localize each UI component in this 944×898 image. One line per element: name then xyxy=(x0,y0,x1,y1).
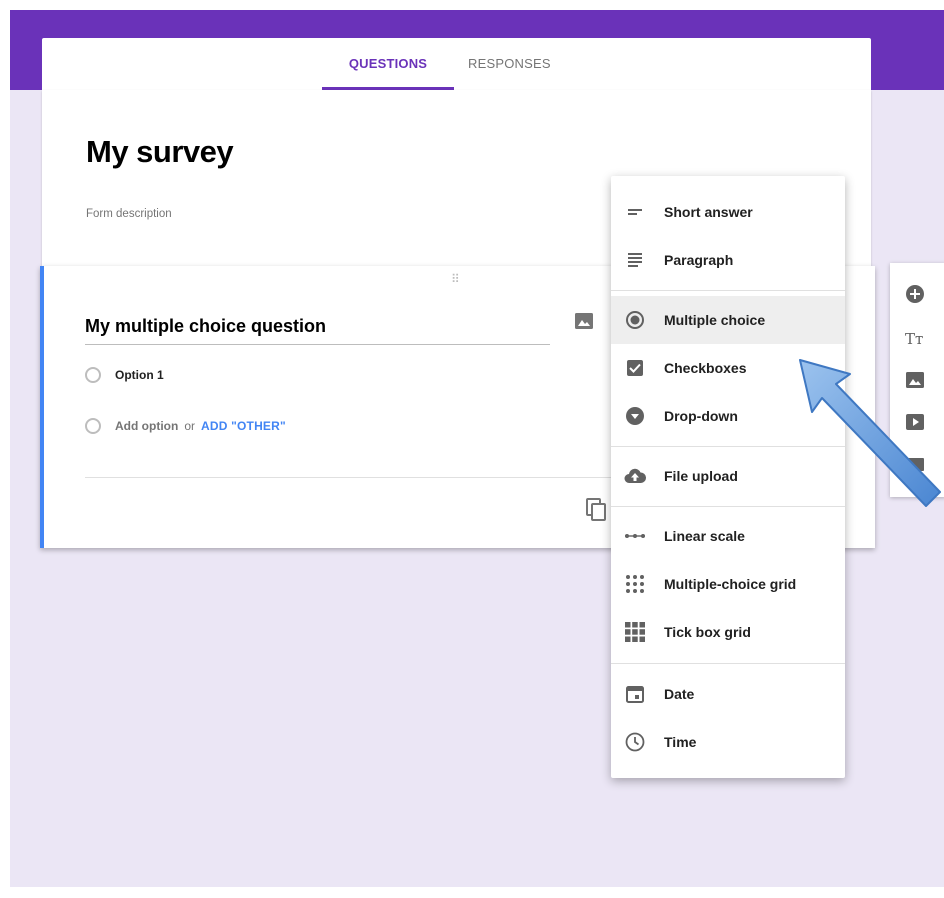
menu-item-label: Linear scale xyxy=(664,528,745,544)
menu-item-label: Tick box grid xyxy=(664,624,751,640)
drag-handle-icon[interactable]: ⠿ xyxy=(451,272,461,286)
calendar-icon xyxy=(626,686,644,703)
add-option-link[interactable]: Add option xyxy=(115,419,178,433)
menu-item-multiple-choice-grid[interactable]: Multiple-choice grid xyxy=(611,560,845,608)
app-canvas: QUESTIONS RESPONSES My survey Form descr… xyxy=(10,10,944,887)
duplicate-icon[interactable] xyxy=(586,498,608,522)
tab-questions[interactable]: QUESTIONS xyxy=(322,38,454,90)
svg-text:Tт: Tт xyxy=(905,330,923,348)
radio-button-icon xyxy=(626,311,644,329)
radio-button xyxy=(85,418,101,434)
annotation-arrow xyxy=(799,359,941,507)
add-other-link[interactable]: ADD "OTHER" xyxy=(201,419,286,433)
paragraph-icon xyxy=(628,253,642,267)
menu-item-label: Drop-down xyxy=(664,408,738,424)
tab-responses[interactable]: RESPONSES xyxy=(468,38,568,90)
tab-bar: QUESTIONS RESPONSES xyxy=(42,38,871,90)
option-row: Option 1 xyxy=(85,364,164,386)
menu-item-multiple-choice[interactable]: Multiple choice xyxy=(611,296,845,344)
menu-item-label: Short answer xyxy=(664,204,753,220)
menu-item-label: Multiple-choice grid xyxy=(664,576,797,592)
form-description-field[interactable]: Form description xyxy=(86,208,172,220)
menu-item-linear-scale[interactable]: Linear scale xyxy=(611,512,845,560)
menu-item-label: Multiple choice xyxy=(664,312,766,328)
menu-item-label: File upload xyxy=(664,468,738,484)
linear-scale-icon xyxy=(625,534,645,538)
menu-divider xyxy=(611,290,845,291)
dot-grid-icon xyxy=(626,575,644,593)
short-answer-icon xyxy=(628,209,642,215)
title-text-icon[interactable]: Tт xyxy=(904,327,926,349)
checkbox-icon xyxy=(627,360,643,376)
cloud-upload-icon xyxy=(624,468,646,483)
menu-item-label: Date xyxy=(664,686,695,702)
menu-item-paragraph[interactable]: Paragraph xyxy=(611,236,845,284)
tab-responses-label: RESPONSES xyxy=(468,56,551,71)
clock-icon xyxy=(625,732,645,752)
checkbox-grid-icon xyxy=(625,622,645,642)
menu-item-label: Paragraph xyxy=(664,252,734,268)
add-option-row: Add option or ADD "OTHER" xyxy=(85,415,286,437)
menu-item-tick-box-grid[interactable]: Tick box grid xyxy=(611,608,845,656)
menu-item-short-answer[interactable]: Short answer xyxy=(611,188,845,236)
form-title[interactable]: My survey xyxy=(86,134,234,170)
dropdown-icon xyxy=(626,407,644,425)
menu-item-label: Time xyxy=(664,734,697,750)
radio-button xyxy=(85,367,101,383)
tab-questions-label: QUESTIONS xyxy=(348,56,428,71)
option-label[interactable]: Option 1 xyxy=(115,368,164,382)
menu-item-label: Checkboxes xyxy=(664,360,747,376)
menu-item-time[interactable]: Time xyxy=(611,718,845,766)
question-title-field[interactable]: My multiple choice question xyxy=(85,316,550,345)
add-image-icon[interactable] xyxy=(574,312,594,330)
add-question-icon[interactable] xyxy=(904,283,926,305)
menu-item-date[interactable]: Date xyxy=(611,670,845,718)
menu-divider xyxy=(611,663,845,664)
or-text: or xyxy=(184,419,195,433)
divider xyxy=(85,477,645,478)
